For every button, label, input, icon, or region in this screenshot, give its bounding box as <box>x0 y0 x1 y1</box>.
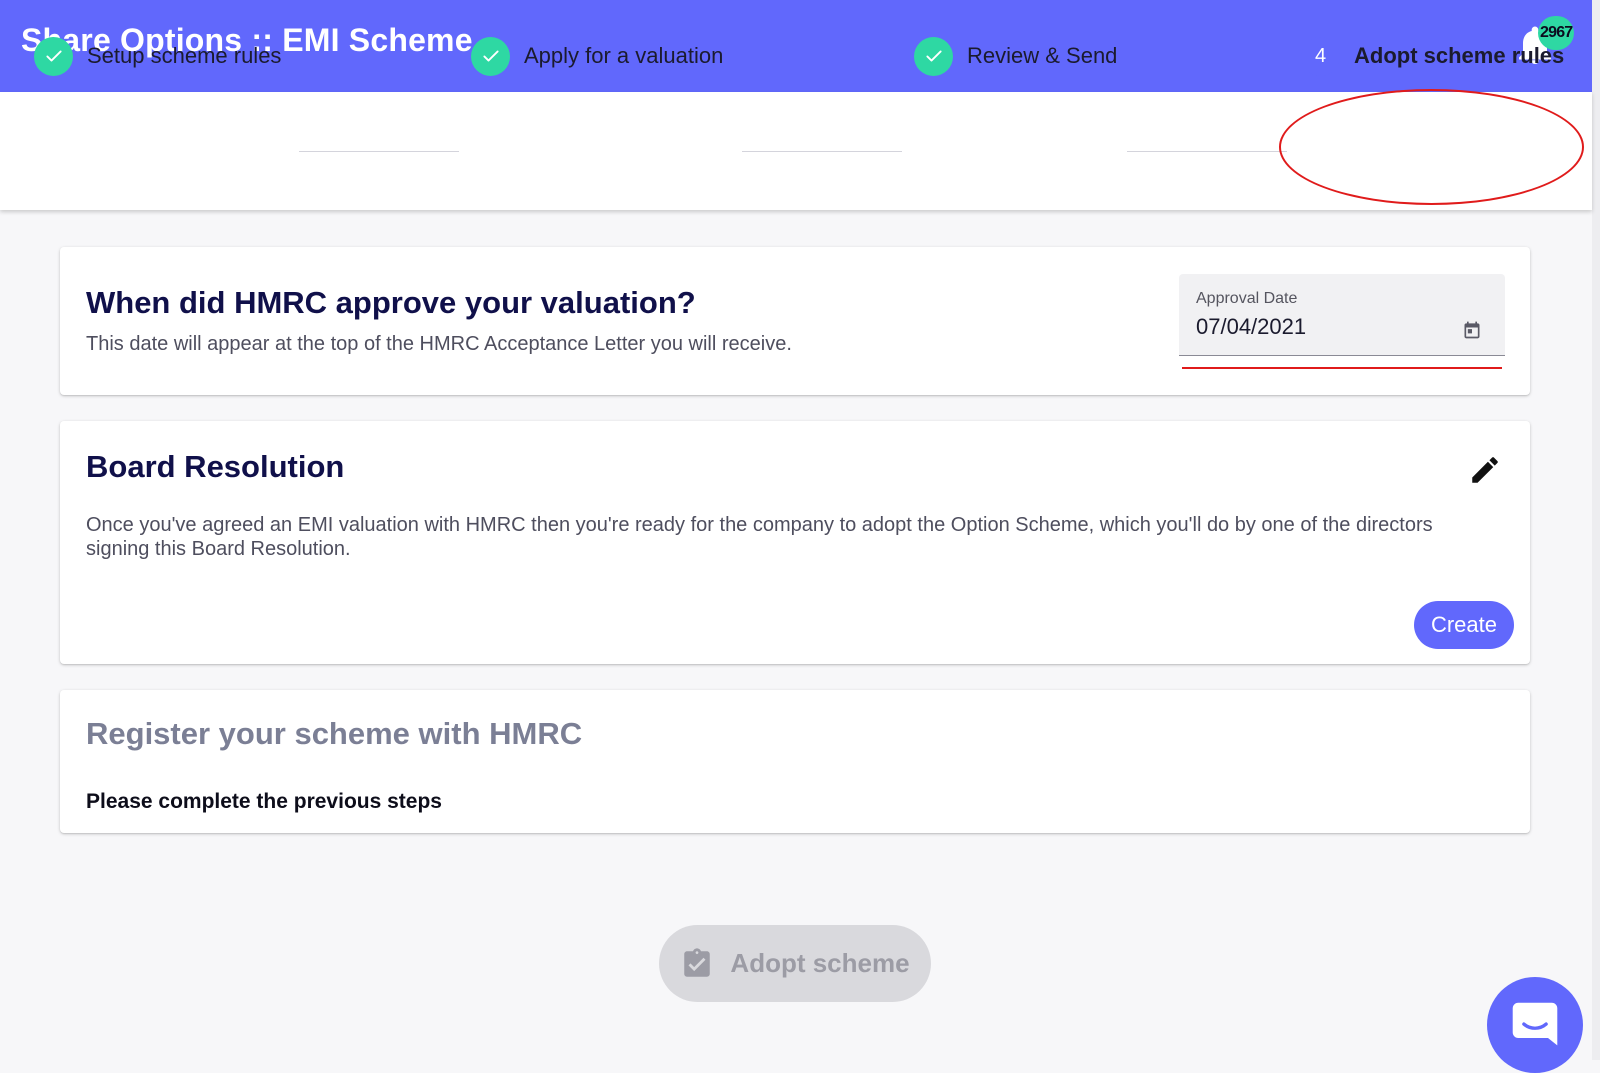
board-title: Board Resolution <box>86 449 345 484</box>
register-note: Please complete the previous steps <box>86 790 442 813</box>
check-icon <box>925 50 942 62</box>
adopt-scheme-button[interactable]: Adopt scheme <box>659 925 931 1002</box>
check-icon <box>482 50 499 62</box>
step-connector <box>742 151 902 152</box>
scrollbar[interactable] <box>1592 0 1600 1060</box>
create-button[interactable]: Create <box>1414 601 1514 649</box>
calendar-icon[interactable] <box>1462 320 1482 340</box>
register-title: Register your scheme with HMRC <box>86 716 583 751</box>
approval-title: When did HMRC approve your valuation? <box>86 285 696 320</box>
clipboard-check-icon <box>684 947 711 977</box>
step-connector <box>299 151 459 152</box>
step-adopt-scheme-rules[interactable]: 4 Adopt scheme rules <box>1301 36 1564 76</box>
step-label: Adopt scheme rules <box>1354 43 1565 68</box>
step-label: Review & Send <box>967 43 1118 68</box>
step-done-badge <box>34 36 73 76</box>
chat-launcher-button[interactable] <box>1487 977 1583 1073</box>
approval-date-input[interactable] <box>1196 312 1436 342</box>
board-description: Once you've agreed an EMI valuation with… <box>86 514 1433 560</box>
chat-icon <box>1512 1002 1558 1046</box>
pencil-icon[interactable] <box>1468 453 1502 487</box>
approval-date-label: Approval Date <box>1196 290 1298 307</box>
step-done-badge <box>914 36 953 76</box>
step-apply-for-valuation[interactable]: Apply for a valuation <box>471 36 723 76</box>
check-icon <box>45 50 62 62</box>
approval-date-card: When did HMRC approve your valuation? Th… <box>60 247 1530 395</box>
approval-date-field[interactable]: Approval Date <box>1179 274 1505 356</box>
step-label: Setup scheme rules <box>87 43 282 68</box>
step-label: Apply for a valuation <box>524 43 724 68</box>
step-review-and-send[interactable]: Review & Send <box>914 36 1117 76</box>
register-scheme-card: Register your scheme with HMRC Please co… <box>60 690 1530 833</box>
step-setup-scheme-rules[interactable]: Setup scheme rules <box>34 36 281 76</box>
step-number-badge: 4 <box>1301 36 1340 76</box>
board-resolution-card: Board Resolution Once you've agreed an E… <box>60 421 1530 664</box>
adopt-scheme-label: Adopt scheme <box>730 948 910 978</box>
step-done-badge <box>471 36 510 76</box>
annotation-underline <box>1182 367 1502 369</box>
approval-subtitle: This date will appear at the top of the … <box>86 333 792 355</box>
step-connector <box>1127 151 1287 152</box>
